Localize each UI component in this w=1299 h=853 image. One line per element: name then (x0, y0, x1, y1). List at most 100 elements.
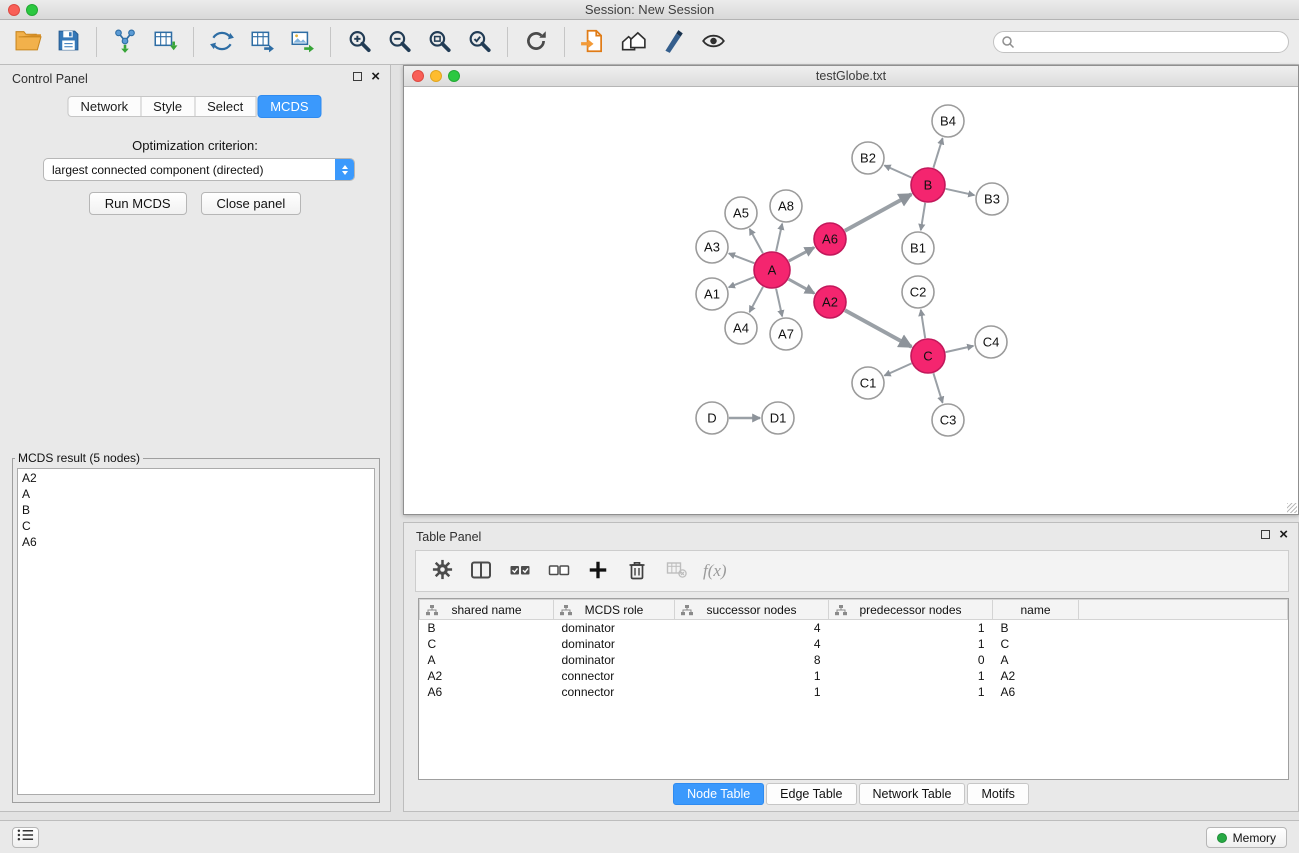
open-session-button[interactable] (10, 24, 46, 60)
show-columns-button[interactable] (463, 555, 499, 587)
graph-node-circle[interactable] (725, 197, 757, 229)
session-document-button[interactable] (575, 24, 611, 60)
table-row[interactable]: A6connector11A6 (420, 684, 1288, 700)
graph-edge[interactable] (884, 363, 911, 375)
graph-node[interactable]: B2 (852, 142, 884, 174)
mcds-result-list[interactable]: A2ABCA6 (17, 468, 375, 795)
column-header-successor-nodes[interactable]: successor nodes (675, 600, 829, 620)
graph-edge[interactable] (921, 203, 925, 230)
graph-node-circle[interactable] (696, 278, 728, 310)
graph-edge[interactable] (921, 310, 925, 338)
create-column-button[interactable] (580, 555, 616, 587)
graph-edge[interactable] (884, 165, 911, 177)
deselect-all-columns-button[interactable] (541, 555, 577, 587)
graph-node-circle[interactable] (770, 190, 802, 222)
network-window-titlebar[interactable]: testGlobe.txt (404, 66, 1298, 87)
graph-edge[interactable] (845, 194, 912, 231)
select-all-columns-button[interactable] (502, 555, 538, 587)
table-row[interactable]: Bdominator41B (420, 620, 1288, 636)
graph-node[interactable]: A3 (696, 231, 728, 263)
graph-node[interactable]: C3 (932, 404, 964, 436)
graph-node-circle[interactable] (932, 404, 964, 436)
tab-mcds[interactable]: MCDS (257, 95, 321, 118)
graph-node[interactable]: A4 (725, 312, 757, 344)
graph-node-circle-highlighted[interactable] (911, 168, 945, 202)
delete-column-button[interactable] (619, 555, 655, 587)
tab-style[interactable]: Style (140, 96, 195, 117)
close-panel-icon[interactable]: × (371, 71, 380, 82)
network-close-button[interactable] (412, 70, 424, 82)
graph-edge[interactable] (750, 229, 763, 254)
graph-node[interactable]: A5 (725, 197, 757, 229)
graph-node-circle[interactable] (902, 232, 934, 264)
close-panel-icon[interactable]: × (1279, 529, 1288, 540)
table-row[interactable]: Cdominator41C (420, 636, 1288, 652)
export-table-button[interactable] (244, 24, 280, 60)
graph-node[interactable]: A7 (770, 318, 802, 350)
graph-node[interactable]: A6 (814, 223, 846, 255)
graph-node[interactable]: C4 (975, 326, 1007, 358)
graph-edge[interactable] (789, 248, 814, 262)
graph-node[interactable]: B4 (932, 105, 964, 137)
graph-node-circle-highlighted[interactable] (911, 339, 945, 373)
zoom-selected-button[interactable] (461, 24, 497, 60)
mcds-result-item[interactable]: B (22, 502, 370, 518)
graph-edge[interactable] (776, 289, 782, 317)
graph-node[interactable]: A2 (814, 286, 846, 318)
graph-node-circle[interactable] (770, 318, 802, 350)
import-table-button[interactable] (147, 24, 183, 60)
mcds-result-item[interactable]: A2 (22, 470, 370, 486)
graph-node[interactable]: B (911, 168, 945, 202)
graph-node[interactable]: C (911, 339, 945, 373)
float-panel-icon[interactable] (353, 72, 362, 81)
tab-network-table[interactable]: Network Table (859, 783, 966, 805)
optimization-criterion-select[interactable]: largest connected component (directed) (43, 158, 355, 181)
tab-node-table[interactable]: Node Table (673, 783, 764, 805)
column-header-shared-name[interactable]: shared name (420, 600, 554, 620)
mcds-result-item[interactable]: C (22, 518, 370, 534)
network-canvas[interactable]: B4B2BB3A5A8A6A3B1AC2A1A2A4A7CC4C1C3DD1 (404, 88, 1298, 514)
show-graphics-details-button[interactable] (695, 24, 731, 60)
graph-edge[interactable] (776, 224, 782, 252)
graph-node-circle[interactable] (852, 142, 884, 174)
network-minimize-button[interactable] (430, 70, 442, 82)
graph-edge[interactable] (750, 287, 764, 312)
zoom-fit-button[interactable] (421, 24, 457, 60)
mcds-result-item[interactable]: A (22, 486, 370, 502)
task-history-button[interactable] (12, 827, 39, 848)
graph-node[interactable]: C1 (852, 367, 884, 399)
table-row[interactable]: A2connector11A2 (420, 668, 1288, 684)
export-network-button[interactable] (204, 24, 240, 60)
graph-node[interactable]: C2 (902, 276, 934, 308)
graph-node[interactable]: B1 (902, 232, 934, 264)
graph-node-circle[interactable] (852, 367, 884, 399)
save-session-button[interactable] (50, 24, 86, 60)
float-panel-icon[interactable] (1261, 530, 1270, 539)
memory-button[interactable]: Memory (1206, 827, 1287, 848)
graph-node[interactable]: A8 (770, 190, 802, 222)
column-header-mcds-role[interactable]: MCDS role (554, 600, 675, 620)
mcds-result-item[interactable]: A6 (22, 534, 370, 550)
graph-edge[interactable] (845, 310, 912, 347)
zoom-in-button[interactable] (341, 24, 377, 60)
home-button[interactable] (615, 24, 651, 60)
refresh-network-button[interactable] (518, 24, 554, 60)
table-row[interactable]: Adominator80A (420, 652, 1288, 668)
graph-node[interactable]: D1 (762, 402, 794, 434)
graph-node-circle[interactable] (725, 312, 757, 344)
import-network-button[interactable] (107, 24, 143, 60)
tab-network[interactable]: Network (67, 96, 141, 117)
column-header-predecessor-nodes[interactable]: predecessor nodes (829, 600, 993, 620)
apply-style-button[interactable] (655, 24, 691, 60)
graph-node-circle[interactable] (975, 326, 1007, 358)
node-table-container[interactable]: shared name MCDS role successor nodes (418, 598, 1289, 780)
graph-edge[interactable] (946, 346, 974, 352)
graph-node-circle[interactable] (696, 231, 728, 263)
graph-edge[interactable] (933, 138, 942, 168)
graph-node[interactable]: A1 (696, 278, 728, 310)
graph-node[interactable]: D (696, 402, 728, 434)
tab-select[interactable]: Select (194, 96, 256, 117)
graph-node[interactable]: A (754, 252, 790, 288)
function-builder-button[interactable]: f(x) (703, 561, 727, 581)
zoom-window-button[interactable] (26, 4, 38, 16)
